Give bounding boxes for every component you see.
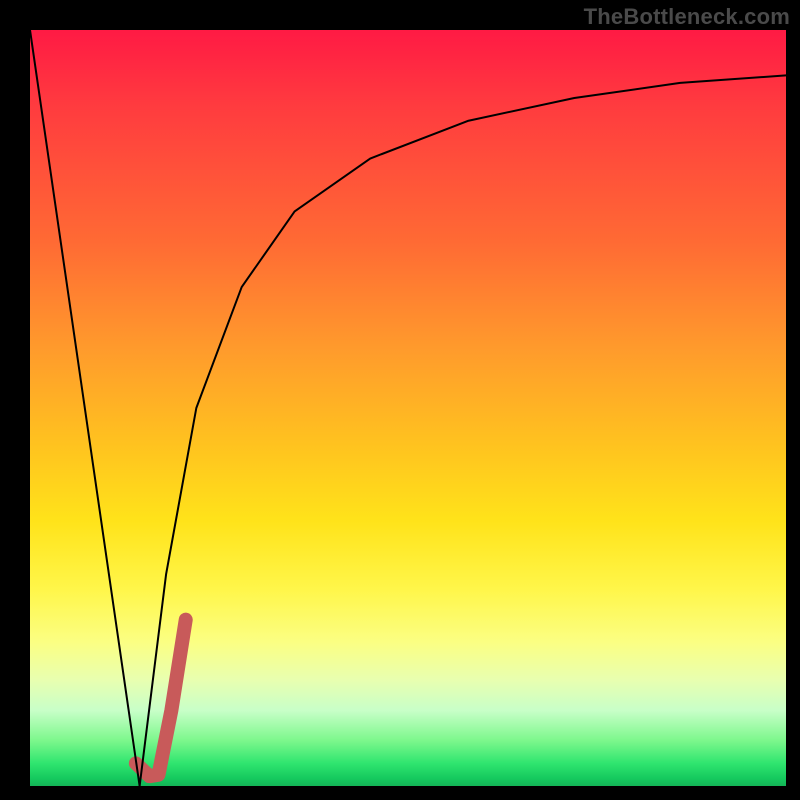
curves-svg — [30, 30, 786, 786]
watermark-label: TheBottleneck.com — [584, 4, 790, 30]
plot-area — [30, 30, 786, 786]
right-curve-path — [140, 75, 786, 786]
chart-container: TheBottleneck.com — [0, 0, 800, 800]
left-line-path — [30, 30, 140, 786]
